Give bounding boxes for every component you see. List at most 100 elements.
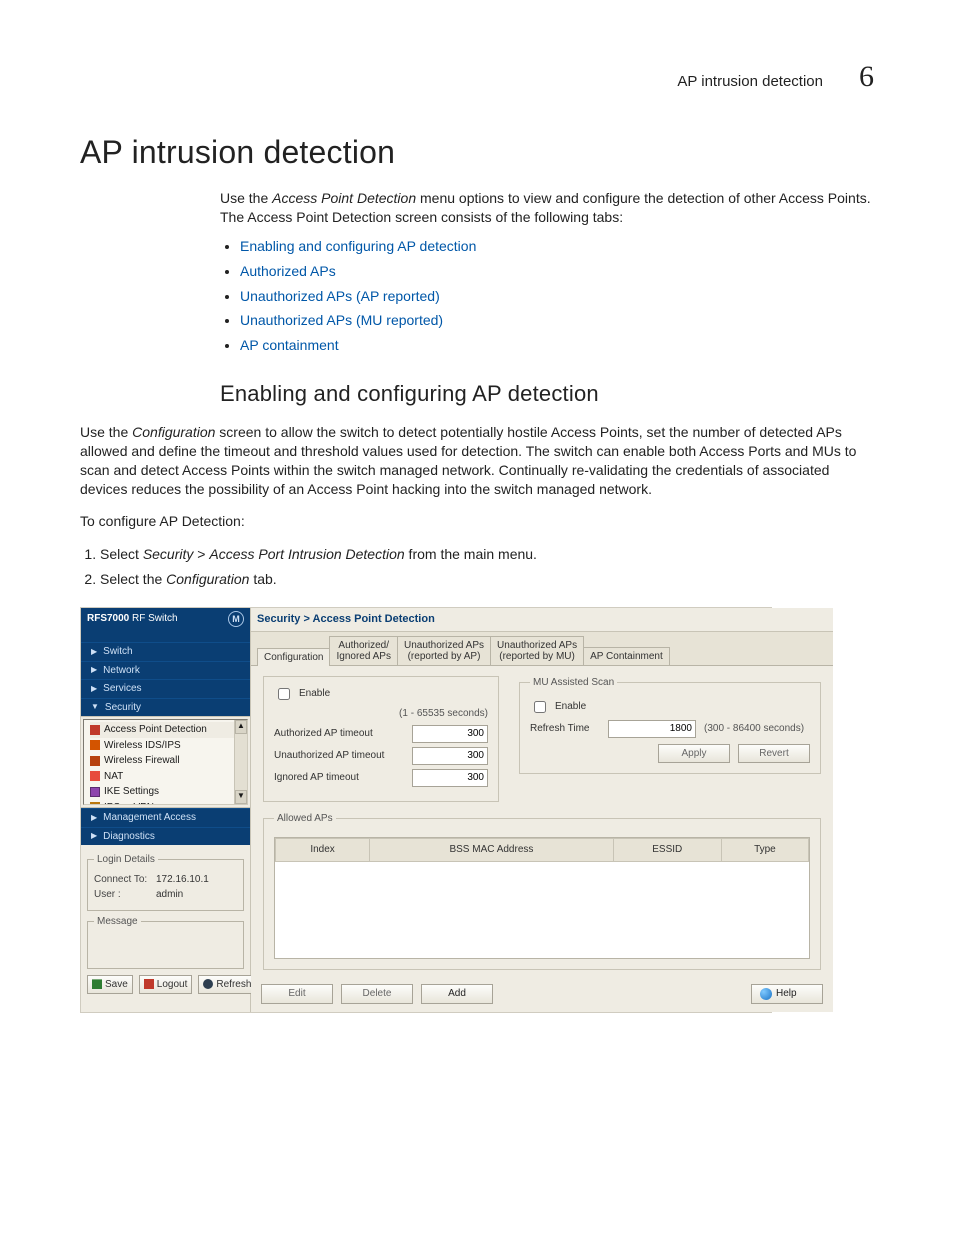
col-essid[interactable]: ESSID xyxy=(613,839,721,862)
subitem-apd[interactable]: Access Point Detection xyxy=(90,722,241,738)
save-button[interactable]: Save xyxy=(87,975,133,995)
ignored-timeout-input[interactable] xyxy=(412,769,488,787)
scroll-up-icon[interactable]: ▲ xyxy=(235,720,247,734)
subitem-ike[interactable]: IKE Settings xyxy=(90,784,241,800)
legend: MU Assisted Scan xyxy=(530,676,617,690)
refresh-time-input[interactable] xyxy=(608,720,696,738)
label: Network xyxy=(103,664,140,678)
sidebar: RFS7000 RF Switch M ▶ Switch ▶ Network ▶Se… xyxy=(81,608,251,1011)
label: Configuration xyxy=(264,652,323,663)
label: Wireless IDS/IPS xyxy=(104,739,181,753)
label: Enable xyxy=(299,687,330,701)
text-em: Configuration xyxy=(132,424,215,440)
sidebar-item-switch[interactable]: ▶ Switch xyxy=(81,642,250,661)
subitem-firewall[interactable]: Wireless Firewall xyxy=(90,753,241,769)
help-button[interactable]: Help xyxy=(751,984,823,1004)
auth-timeout-input[interactable] xyxy=(412,725,488,743)
caret-right-icon: ▶ xyxy=(91,647,97,658)
caret-right-icon: ▶ xyxy=(91,665,97,676)
chapter-number: 6 xyxy=(859,60,874,94)
hint: (1 - 65535 seconds) xyxy=(399,707,488,721)
allowed-aps-group: Allowed APs Index BSS MAC Address ESSID xyxy=(263,812,821,971)
label: Ignored AP timeout xyxy=(274,771,404,785)
security-subtree: Access Point Detection Wireless IDS/IPS … xyxy=(81,716,250,808)
label: Unauthorized APs xyxy=(497,640,577,651)
link-enabling[interactable]: Enabling and configuring AP detection xyxy=(240,238,476,254)
link-authorized[interactable]: Authorized APs xyxy=(240,263,336,279)
label: Unauthorized APs xyxy=(404,640,484,651)
running-title: AP intrusion detection xyxy=(677,73,823,90)
legend: Allowed APs xyxy=(274,812,336,826)
value: 172.16.10.1 xyxy=(156,873,209,887)
allowed-aps-table: Index BSS MAC Address ESSID Type xyxy=(274,837,810,959)
step-2: Select the Configuration tab. xyxy=(100,570,874,589)
col-type[interactable]: Type xyxy=(721,839,808,862)
intro-paragraph: Use the Access Point Detection menu opti… xyxy=(220,189,874,227)
col-index[interactable]: Index xyxy=(276,839,370,862)
sidebar-item-security[interactable]: ▼Security xyxy=(81,698,250,717)
label: Save xyxy=(105,978,128,992)
enable-checkbox[interactable] xyxy=(278,688,290,700)
subitem-idsips[interactable]: Wireless IDS/IPS xyxy=(90,738,241,754)
config-group: Enable (1 - 65535 seconds) Authorized AP… xyxy=(263,676,499,802)
product-name: RFS7000 xyxy=(87,613,129,624)
caret-right-icon: ▶ xyxy=(91,813,97,824)
label: (reported by MU) xyxy=(497,651,577,662)
procedure-lead: To configure AP Detection: xyxy=(80,512,874,531)
label: Switch xyxy=(103,645,132,659)
key-icon xyxy=(90,802,100,805)
sidebar-title: RFS7000 RF Switch M xyxy=(81,608,250,630)
section-body: Use the Configuration screen to allow th… xyxy=(80,423,874,499)
sidebar-item-mgmt[interactable]: ▶ Management Access xyxy=(81,808,250,827)
tab-configuration[interactable]: Configuration xyxy=(257,648,330,666)
unauth-timeout-input[interactable] xyxy=(412,747,488,765)
add-button[interactable]: Add xyxy=(421,984,493,1004)
logout-button[interactable]: Logout xyxy=(139,975,193,995)
lock-icon xyxy=(90,787,100,797)
breadcrumb: Security > Access Point Detection xyxy=(251,608,833,632)
subitem-ipsec[interactable]: IPSec VPN xyxy=(90,800,241,806)
link-unauth-mu[interactable]: Unauthorized APs (MU reported) xyxy=(240,312,443,328)
ap-icon xyxy=(90,725,100,735)
link-unauth-ap[interactable]: Unauthorized APs (AP reported) xyxy=(240,288,440,304)
label: User : xyxy=(94,888,150,902)
scroll-down-icon[interactable]: ▼ xyxy=(235,790,247,804)
subtree-scrollbar[interactable]: ▲ ▼ xyxy=(234,720,247,804)
sidebar-item-services[interactable]: ▶Services xyxy=(81,679,250,698)
col-bssmac[interactable]: BSS MAC Address xyxy=(370,839,614,862)
tab-unauth-mu[interactable]: Unauthorized APs(reported by MU) xyxy=(490,636,584,665)
label: Ignored APs xyxy=(336,651,390,662)
firewall-icon xyxy=(90,756,100,766)
label: Refresh Time xyxy=(530,722,600,736)
refresh-button[interactable]: Refresh xyxy=(198,975,256,995)
link-containment[interactable]: AP containment xyxy=(240,337,339,353)
label: Management Access xyxy=(103,811,196,825)
tab-unauth-ap[interactable]: Unauthorized APs(reported by AP) xyxy=(397,636,491,665)
apply-button[interactable]: Apply xyxy=(658,744,730,764)
legend: Message xyxy=(94,915,141,929)
label: (reported by AP) xyxy=(404,651,484,662)
revert-button[interactable]: Revert xyxy=(738,744,810,764)
text: Use the xyxy=(220,190,272,206)
sidebar-item-network[interactable]: ▶ Network xyxy=(81,661,250,680)
value: admin xyxy=(156,888,183,902)
section-title: Enabling and configuring AP detection xyxy=(220,379,874,409)
ids-icon xyxy=(90,740,100,750)
label: IKE Settings xyxy=(104,785,159,799)
mu-group: MU Assisted Scan Enable Refresh Time (30… xyxy=(519,676,821,774)
label: Enable xyxy=(555,700,586,714)
caret-down-icon: ▼ xyxy=(91,702,99,713)
tab-authorized[interactable]: Authorized/Ignored APs xyxy=(329,636,397,665)
caret-right-icon: ▶ xyxy=(91,831,97,842)
refresh-icon xyxy=(203,979,213,989)
sidebar-item-diagnostics[interactable]: ▶Diagnostics xyxy=(81,827,250,846)
product-suffix: RF Switch xyxy=(129,613,177,624)
tab-containment[interactable]: AP Containment xyxy=(583,647,670,665)
label: Wireless Firewall xyxy=(104,754,180,768)
mu-enable-checkbox[interactable] xyxy=(534,701,546,713)
text-em: Security xyxy=(143,546,194,562)
delete-button[interactable]: Delete xyxy=(341,984,413,1004)
enable-checkbox-row: Enable xyxy=(274,685,488,703)
edit-button[interactable]: Edit xyxy=(261,984,333,1004)
subitem-nat[interactable]: NAT xyxy=(90,769,241,785)
